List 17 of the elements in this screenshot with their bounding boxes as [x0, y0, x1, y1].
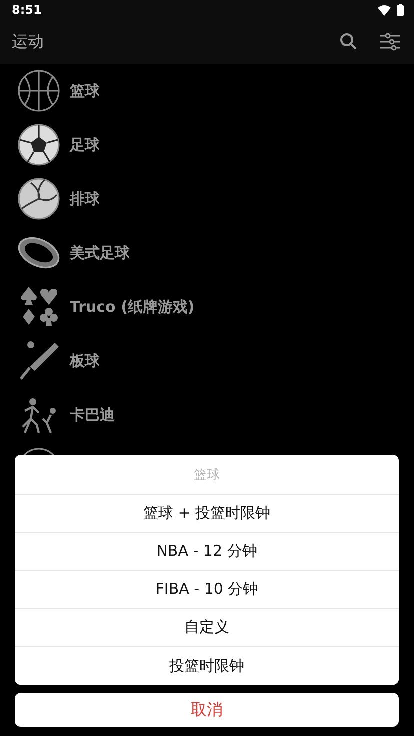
status-time: 8:51 — [12, 3, 42, 17]
volleyball-icon — [17, 177, 61, 221]
app-title: 运动 — [12, 32, 45, 52]
sport-name[interactable]: Truco (纸牌游戏) — [70, 298, 195, 316]
sport-name[interactable]: 排球 — [70, 190, 100, 208]
soccer-ball-icon — [17, 123, 61, 167]
cancel-button[interactable]: 取消 — [15, 693, 399, 727]
sport-name[interactable]: 美式足球 — [70, 244, 130, 262]
sport-name[interactable]: 足球 — [70, 136, 100, 154]
search-icon — [340, 33, 358, 51]
basketball-icon — [17, 69, 61, 113]
sliders-icon — [380, 33, 400, 51]
wifi-icon — [378, 4, 391, 16]
battery-icon — [397, 4, 404, 16]
sport-name[interactable]: 板球 — [70, 352, 100, 370]
sport-name[interactable]: 卡巴迪 — [70, 406, 115, 424]
sport-name[interactable]: 篮球 — [70, 82, 100, 100]
